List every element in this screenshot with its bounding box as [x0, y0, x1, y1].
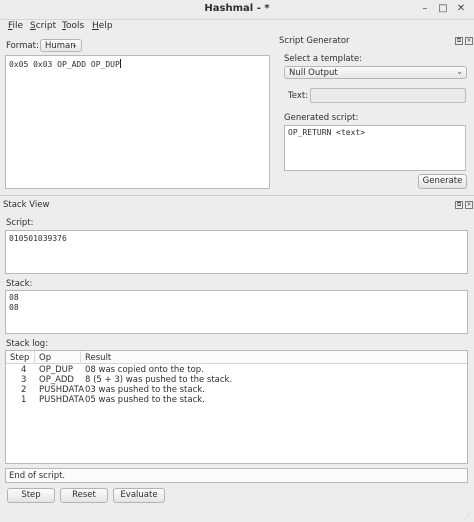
generated-script-text: OP_RETURN <text>: [288, 128, 366, 137]
chevron-down-icon: ⌄: [456, 67, 463, 76]
menu-help-label: elp: [98, 21, 113, 31]
table-row[interactable]: 1 PUSHDATA 05 was pushed to the stack.: [6, 395, 467, 405]
stack-view-title: Stack View: [3, 200, 50, 210]
stack-label: Stack:: [6, 279, 33, 289]
menu-tools[interactable]: Tools: [62, 21, 84, 31]
script-editor-text: 0x05 0x03 OP_ADD OP_DUP: [9, 60, 120, 69]
script-generator-title: Script Generator: [279, 36, 350, 46]
generated-script-label: Generated script:: [284, 113, 359, 123]
table-row[interactable]: 3 OP_ADD 8 (5 + 3) was pushed to the sta…: [6, 375, 467, 385]
stack-script-value: 010501039376: [9, 234, 67, 243]
script-editor[interactable]: 0x05 0x03 OP_ADD OP_DUP: [5, 55, 270, 189]
row-step: 2: [21, 385, 27, 395]
header-divider: [80, 351, 81, 364]
dock-float-icon[interactable]: ⧉: [455, 37, 463, 45]
dock-separator: [0, 195, 474, 196]
dock-close-icon[interactable]: ×: [465, 201, 473, 209]
stack-log-label: Stack log:: [6, 339, 49, 349]
row-op: OP_ADD: [39, 375, 74, 385]
template-select-value: Null Output: [289, 68, 338, 78]
row-op: PUSHDATA: [39, 395, 85, 405]
stack-log-table[interactable]: Step Op Result 4 OP_DUP 08 was copied on…: [5, 350, 468, 464]
row-result: 8 (5 + 3) was pushed to the stack.: [85, 375, 233, 385]
header-divider: [34, 351, 35, 364]
evaluate-button[interactable]: Evaluate: [113, 488, 165, 503]
row-result: 08 was copied onto the top.: [85, 365, 204, 375]
text-cursor: [119, 59, 121, 68]
menu-tools-label: ools: [65, 21, 85, 31]
row-step: 1: [21, 395, 27, 405]
menu-file-label: ile: [12, 21, 24, 31]
resize-grip-icon[interactable]: ⋰: [464, 512, 471, 520]
row-op: OP_DUP: [39, 365, 73, 375]
menu-bar: File Script Tools Help: [0, 20, 474, 35]
status-text: End of script.: [9, 471, 66, 481]
row-step: 4: [21, 365, 27, 375]
stack-item: 08: [9, 303, 19, 312]
text-input[interactable]: [310, 88, 466, 103]
menu-script[interactable]: Script: [30, 21, 56, 31]
format-label: Format:: [6, 41, 39, 51]
header-step[interactable]: Step: [10, 353, 29, 363]
table-row[interactable]: 2 PUSHDATA 03 was pushed to the stack.: [6, 385, 467, 395]
menu-help-mnemonic: H: [92, 21, 99, 31]
title-bar: Hashmal - * – □ ✕: [0, 0, 474, 20]
header-result[interactable]: Result: [85, 353, 111, 363]
dock-close-icon[interactable]: ×: [465, 37, 473, 45]
maximize-icon[interactable]: □: [436, 3, 450, 14]
reset-button[interactable]: Reset: [60, 488, 108, 503]
menu-script-label: cript: [35, 21, 57, 31]
stack-script-display[interactable]: 010501039376: [5, 230, 468, 274]
row-op: PUSHDATA: [39, 385, 85, 395]
template-select[interactable]: Null Output ⌄: [284, 66, 467, 79]
stack-display[interactable]: 08 08: [5, 290, 468, 334]
row-result: 03 was pushed to the stack.: [85, 385, 205, 395]
minimize-icon[interactable]: –: [418, 3, 432, 14]
window-title: Hashmal - *: [204, 3, 270, 14]
table-row[interactable]: 4 OP_DUP 08 was copied onto the top.: [6, 365, 467, 375]
menu-help[interactable]: Help: [92, 21, 113, 31]
header-op[interactable]: Op: [39, 353, 51, 363]
format-select[interactable]: Human ⌄: [40, 39, 82, 52]
close-icon[interactable]: ✕: [454, 3, 468, 14]
template-label: Select a template:: [284, 54, 363, 64]
dock-float-icon[interactable]: ⧉: [455, 201, 463, 209]
stack-log-header: Step Op Result: [6, 351, 467, 364]
stack-script-label: Script:: [6, 218, 34, 228]
generate-button[interactable]: Generate: [418, 174, 467, 189]
text-label: Text:: [288, 91, 309, 101]
generated-script-output[interactable]: OP_RETURN <text>: [284, 125, 466, 171]
menu-file[interactable]: File: [8, 21, 23, 31]
row-result: 05 was pushed to the stack.: [85, 395, 205, 405]
stack-log-rows: 4 OP_DUP 08 was copied onto the top. 3 O…: [6, 365, 467, 405]
stack-item: 08: [9, 293, 19, 302]
row-step: 3: [21, 375, 27, 385]
status-field: End of script.: [5, 468, 468, 483]
step-button[interactable]: Step: [7, 488, 55, 503]
chevron-down-icon: ⌄: [71, 40, 78, 49]
